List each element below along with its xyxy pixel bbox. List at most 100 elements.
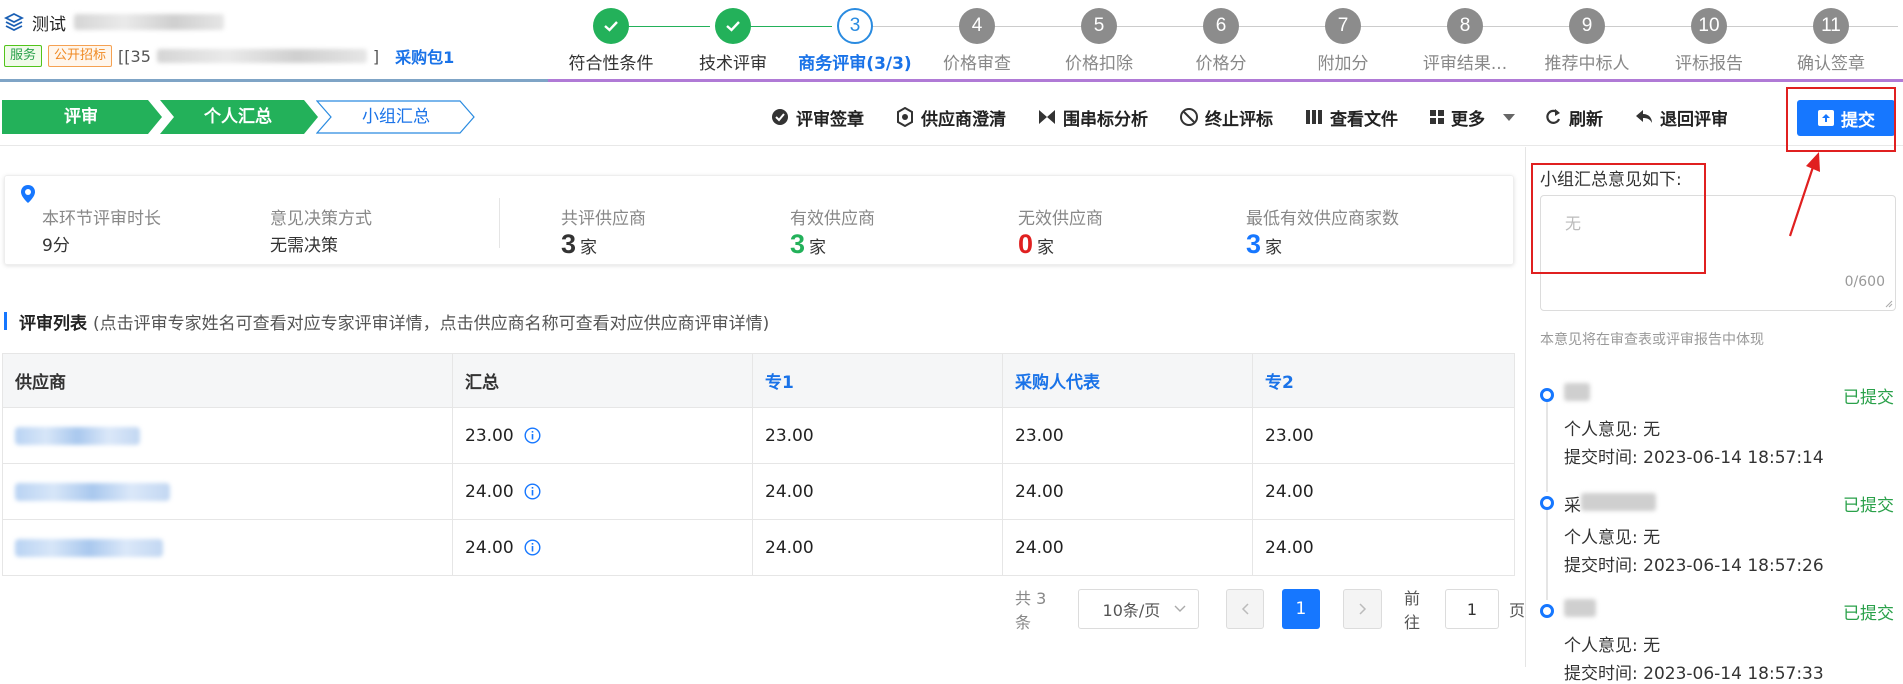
- col-expert-1[interactable]: 专1: [752, 353, 1003, 408]
- view-files-button[interactable]: 查看文件: [1304, 105, 1398, 130]
- step-5[interactable]: 5 价格扣除: [1038, 6, 1160, 74]
- col-expert-2[interactable]: 专2: [1252, 353, 1515, 408]
- info-icon[interactable]: [524, 483, 541, 500]
- step-1[interactable]: 符合性条件: [550, 6, 672, 74]
- step-label: 价格审查: [943, 54, 1011, 74]
- summary-cell: 23.00: [452, 407, 753, 464]
- summary-cell: 24.00: [452, 519, 753, 576]
- refresh-icon: [1546, 109, 1561, 124]
- page-size-select[interactable]: 10条/页: [1077, 589, 1199, 629]
- clarify-button[interactable]: 供应商澄清: [895, 105, 1006, 130]
- sign-button[interactable]: 评审签章: [770, 105, 864, 130]
- return-icon: [1636, 110, 1652, 123]
- stats-card: 本环节评审时长 9分 意见决策方式 无需决策 共评供应商 3家 有效供应商 3家…: [4, 175, 1514, 265]
- check-icon: [593, 8, 629, 44]
- step-label: 价格扣除: [1065, 54, 1133, 74]
- prev-page-button[interactable]: [1225, 589, 1265, 629]
- heading-accent-bar: [4, 312, 7, 330]
- opinion-row: 个人意见: 无: [1564, 420, 1661, 440]
- info-icon[interactable]: [524, 539, 541, 556]
- timeline-line: [1546, 402, 1548, 492]
- more-dropdown[interactable]: 更多: [1429, 105, 1517, 130]
- info-icon[interactable]: [524, 427, 541, 444]
- seal-icon: [772, 109, 788, 125]
- expert-2-score: 24.00: [1252, 463, 1515, 520]
- collusion-analysis-button[interactable]: 围串标分析: [1037, 105, 1148, 130]
- table-row: 23.00 23.00 23.00 23.00: [2, 407, 1515, 464]
- step-number: 5: [1081, 8, 1117, 44]
- goto-page-input[interactable]: 1: [1444, 589, 1499, 629]
- step-6[interactable]: 6 价格分: [1160, 6, 1282, 74]
- expert-1-score: 24.00: [752, 463, 1003, 520]
- time-row: 提交时间: 2023-06-14 18:57:14: [1564, 448, 1824, 468]
- stat-duration: 本环节评审时长 9分: [42, 209, 161, 256]
- top-header: 测试 服务 公开招标 [[35 ] 采购包1 符合性条件 技术评审 3 商务评审…: [0, 0, 1903, 82]
- next-page-button[interactable]: [1343, 589, 1382, 629]
- layers-icon: [4, 12, 24, 32]
- crumb-review[interactable]: 评审: [2, 100, 162, 134]
- step-2[interactable]: 技术评审: [672, 6, 794, 74]
- step-label: 评标报告: [1675, 54, 1743, 74]
- page-number-current[interactable]: 1: [1281, 589, 1321, 629]
- check-icon: [715, 8, 751, 44]
- supplier-name-link[interactable]: [2, 407, 453, 464]
- project-title: 测试: [4, 10, 544, 35]
- step-label: 商务评审(3/3): [798, 54, 912, 74]
- stats-divider: [499, 198, 500, 248]
- reviewer-name: [1564, 599, 1596, 621]
- stat-decision: 意见决策方式 无需决策: [270, 209, 372, 256]
- progress-steps: 符合性条件 技术评审 3 商务评审(3/3) 4 价格审查 5 价格扣除 6 价…: [548, 6, 1903, 74]
- review-list-hint: (点击评审专家姓名可查看对应专家评审详情，点击供应商名称可查看对应供应商评审详情…: [93, 313, 770, 334]
- submitted-status: 已提交: [1843, 604, 1894, 624]
- project-info: 测试 服务 公开招标 [[35 ] 采购包1: [4, 10, 544, 68]
- step-3[interactable]: 3 商务评审(3/3): [794, 6, 916, 74]
- header-underline-progress: [548, 79, 1903, 82]
- col-summary: 汇总: [452, 353, 753, 408]
- crumb-personal-summary[interactable]: 个人汇总: [160, 100, 318, 134]
- highlight-box-submit: [1786, 87, 1896, 152]
- step-4[interactable]: 4 价格审查: [916, 6, 1038, 74]
- crumb-group-summary[interactable]: 小组汇总: [316, 100, 476, 134]
- step-10[interactable]: 10 评标报告: [1648, 6, 1770, 74]
- step-7[interactable]: 7 附加分: [1282, 6, 1404, 74]
- step-label: 符合性条件: [568, 54, 654, 74]
- bowtie-icon: [1039, 110, 1055, 124]
- step-9[interactable]: 9 推荐中标人: [1526, 6, 1648, 74]
- opinion-row: 个人意见: 无: [1564, 528, 1661, 548]
- step-number: 11: [1813, 8, 1849, 44]
- char-counter: 0/600: [1844, 274, 1885, 290]
- opinion-row: 个人意见: 无: [1564, 636, 1661, 656]
- resize-handle-icon[interactable]: [1885, 300, 1893, 308]
- supplier-name-link[interactable]: [2, 463, 453, 520]
- terminate-button[interactable]: 终止评标: [1179, 105, 1273, 130]
- redacted-code: [156, 49, 367, 63]
- stat-total-suppliers: 共评供应商 3家: [561, 209, 646, 259]
- return-review-button[interactable]: 退回评审: [1634, 105, 1728, 130]
- expert-1-score: 23.00: [752, 407, 1003, 464]
- timeline-dot: [1540, 604, 1554, 618]
- refresh-button[interactable]: 刷新: [1543, 105, 1603, 130]
- time-row: 提交时间: 2023-06-14 18:57:33: [1564, 664, 1824, 684]
- step-label: 技术评审: [699, 54, 767, 74]
- redacted-supplier-name: [15, 426, 140, 445]
- supplier-name-link[interactable]: [2, 519, 453, 576]
- expert-2-score: 23.00: [1252, 407, 1515, 464]
- step-number: 7: [1325, 8, 1361, 44]
- pagination: 共 3 条 10条/页 1 前往 1 页: [1015, 589, 1525, 632]
- files-icon: [1306, 110, 1322, 124]
- reviewer-name: [1564, 383, 1590, 405]
- submitted-status: 已提交: [1843, 388, 1894, 408]
- highlight-box-opinion: [1531, 163, 1706, 274]
- package-link[interactable]: 采购包1: [395, 44, 454, 68]
- table-row: 24.00 24.00 24.00 24.00: [2, 463, 1515, 520]
- step-8[interactable]: 8 评审结果...: [1404, 6, 1526, 74]
- col-purchaser-rep[interactable]: 采购人代表: [1002, 353, 1253, 408]
- step-11[interactable]: 11 确认签章: [1770, 6, 1892, 74]
- location-pin-icon: [21, 185, 35, 203]
- review-list-title: 评审列表: [19, 313, 87, 334]
- toolbar-actions: 评审签章 供应商澄清 围串标分析 终止评标 查看文件 更多 刷新 退回评审: [770, 100, 1759, 134]
- header-underline: [0, 79, 548, 82]
- step-label: 价格分: [1195, 54, 1247, 74]
- chevron-down-icon: [1174, 605, 1185, 612]
- gear-icon: [897, 107, 913, 127]
